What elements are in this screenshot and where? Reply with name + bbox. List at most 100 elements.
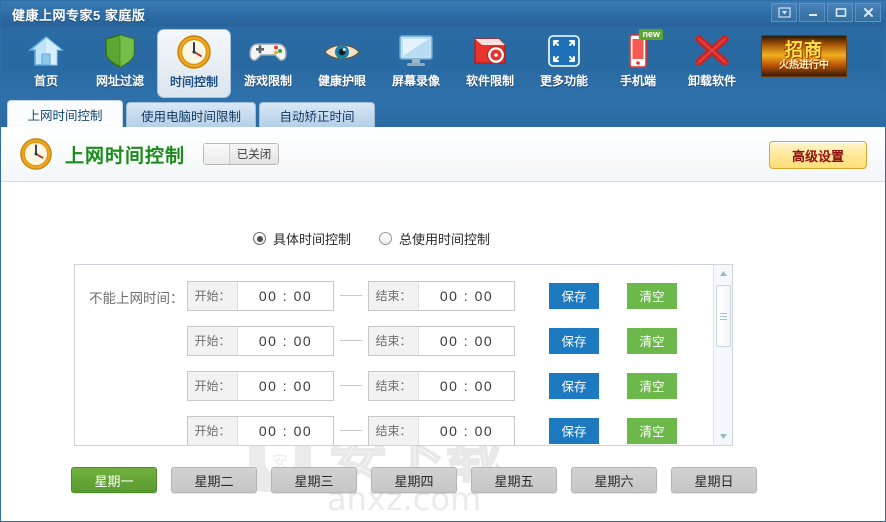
day-button-thursday[interactable]: 星期四: [371, 467, 457, 493]
scroll-up-arrow-icon[interactable]: [714, 265, 733, 282]
scroll-down-arrow-icon[interactable]: [714, 428, 733, 445]
end-time-value[interactable]: 00 : 00: [419, 417, 514, 445]
start-time-field-4[interactable]: 开始： 00 : 00: [187, 415, 334, 445]
eye-icon: [323, 32, 361, 70]
collapse-button[interactable]: [771, 3, 797, 22]
day-button-wednesday[interactable]: 星期三: [271, 467, 357, 493]
end-time-field-3[interactable]: 结束： 00 : 00: [368, 370, 515, 401]
maximize-button[interactable]: [827, 3, 853, 22]
vertical-scrollbar[interactable]: [713, 265, 732, 445]
range-dash: [340, 430, 362, 431]
start-label: 开始：: [188, 326, 238, 355]
clear-button-1[interactable]: 清空: [627, 282, 677, 309]
shield-icon: [104, 32, 136, 70]
clear-button-2[interactable]: 清空: [627, 327, 677, 354]
table-row: 开始： 00 : 00 结束： 00 : 00 保存 清空: [187, 273, 712, 318]
advanced-settings-button[interactable]: 高级设置: [769, 141, 867, 169]
toggle-knob: [204, 144, 231, 164]
end-time-value[interactable]: 00 : 00: [419, 282, 514, 310]
start-time-field-3[interactable]: 开始： 00 : 00: [187, 370, 334, 401]
mode-radio-group: 具体时间控制 总使用时间控制: [253, 229, 490, 248]
end-time-field-4[interactable]: 结束： 00 : 00: [368, 415, 515, 445]
disc-icon: [472, 32, 508, 70]
table-row: 开始： 00 : 00 结束： 00 : 00 保存 清空: [187, 318, 712, 363]
minimize-button[interactable]: [799, 3, 825, 22]
end-label: 结束：: [369, 371, 419, 400]
home-icon: [28, 32, 64, 70]
content-area: 安 安下载 anxz.com 具体时间控制 总使用时间控制 不能上网时间： 开始…: [1, 182, 885, 521]
toolbar-item-screen-record[interactable]: 屏幕录像: [379, 29, 453, 98]
new-badge: new: [639, 29, 663, 40]
tab-computer-time-limit[interactable]: 使用电脑时间限制: [126, 102, 257, 127]
toolbar-item-time-control[interactable]: 时间控制: [157, 29, 231, 98]
enable-toggle[interactable]: 已关闭: [203, 143, 280, 165]
toolbar-item-game-limit[interactable]: 游戏限制: [231, 29, 305, 98]
close-button[interactable]: [855, 3, 881, 22]
radio-dot: [253, 232, 266, 245]
start-label: 开始：: [188, 281, 238, 310]
toolbar-item-eye-care[interactable]: 健康护眼: [305, 29, 379, 98]
time-rules-list: 不能上网时间： 开始： 00 : 00 结束： 00 : 00 保存 清空 开始…: [75, 265, 712, 445]
day-button-monday[interactable]: 星期一: [71, 467, 157, 493]
toolbar-label: 软件限制: [465, 74, 514, 88]
end-label: 结束：: [369, 281, 419, 310]
main-toolbar: 首页 网址过滤 时间控制 游戏限制 健康护眼 屏幕录像 软件限制 更多功能 ne…: [1, 27, 885, 100]
toolbar-label: 屏幕录像: [391, 74, 440, 88]
toolbar-item-uninstall[interactable]: 卸载软件: [675, 29, 749, 98]
start-time-value[interactable]: 00 : 00: [238, 372, 333, 400]
end-time-value[interactable]: 00 : 00: [419, 372, 514, 400]
table-row: 开始： 00 : 00 结束： 00 : 00 保存 清空: [187, 363, 712, 408]
start-time-field-2[interactable]: 开始： 00 : 00: [187, 325, 334, 356]
monitor-icon: [397, 32, 435, 70]
end-label: 结束：: [369, 416, 419, 445]
radio-label: 具体时间控制: [273, 232, 352, 247]
red-x-icon: [694, 32, 730, 70]
start-time-value[interactable]: 00 : 00: [238, 282, 333, 310]
grid-arrows-icon: [547, 32, 581, 70]
toolbar-item-url-filter[interactable]: 网址过滤: [83, 29, 157, 98]
toolbar-item-home[interactable]: 首页: [9, 29, 83, 98]
toolbar-label: 卸载软件: [687, 74, 736, 88]
save-button-1[interactable]: 保存: [549, 282, 599, 309]
toolbar-label: 时间控制: [169, 75, 218, 89]
save-button-2[interactable]: 保存: [549, 327, 599, 354]
day-button-sunday[interactable]: 星期日: [671, 467, 757, 493]
toolbar-label: 首页: [33, 74, 58, 88]
promo-banner-subtitle: 火热进行中: [779, 60, 829, 71]
toolbar-item-more-features[interactable]: 更多功能: [527, 29, 601, 98]
clear-button-3[interactable]: 清空: [627, 372, 677, 399]
toolbar-label: 手机端: [619, 74, 656, 88]
promo-banner[interactable]: 招商 火热进行中: [761, 35, 847, 77]
save-button-3[interactable]: 保存: [549, 372, 599, 399]
end-label: 结束：: [369, 326, 419, 355]
start-time-field-1[interactable]: 开始： 00 : 00: [187, 280, 334, 311]
radio-total-usage-time-control[interactable]: 总使用时间控制: [379, 229, 490, 248]
end-time-field-2[interactable]: 结束： 00 : 00: [368, 325, 515, 356]
day-button-saturday[interactable]: 星期六: [571, 467, 657, 493]
toolbar-item-software-limit[interactable]: 软件限制: [453, 29, 527, 98]
day-button-tuesday[interactable]: 星期二: [171, 467, 257, 493]
range-dash: [340, 340, 362, 341]
start-time-value[interactable]: 00 : 00: [238, 327, 333, 355]
toolbar-item-mobile[interactable]: new 手机端: [601, 29, 675, 98]
tab-internet-time-control[interactable]: 上网时间控制: [7, 100, 123, 127]
promo-banner-title: 招商: [785, 40, 823, 60]
toolbar-label: 健康护眼: [317, 74, 366, 88]
time-rules-panel: 不能上网时间： 开始： 00 : 00 结束： 00 : 00 保存 清空 开始…: [74, 264, 733, 446]
radio-label: 总使用时间控制: [399, 232, 491, 247]
toolbar-label: 网址过滤: [95, 74, 144, 88]
scrollbar-thumb[interactable]: [716, 285, 731, 347]
radio-specific-time-control[interactable]: 具体时间控制: [253, 229, 351, 248]
save-button-4[interactable]: 保存: [549, 417, 599, 444]
end-time-field-1[interactable]: 结束： 00 : 00: [368, 280, 515, 311]
day-button-friday[interactable]: 星期五: [471, 467, 557, 493]
start-time-value[interactable]: 00 : 00: [238, 417, 333, 445]
no-internet-time-label: 不能上网时间：: [89, 291, 184, 306]
toolbar-label: 更多功能: [539, 74, 588, 88]
tab-auto-time-correction[interactable]: 自动矫正时间: [259, 102, 376, 127]
end-time-value[interactable]: 00 : 00: [419, 327, 514, 355]
clear-button-4[interactable]: 清空: [627, 417, 677, 444]
toolbar-label: 游戏限制: [243, 74, 292, 88]
toggle-status-label: 已关闭: [236, 149, 272, 161]
window-title: 健康上网专家5 家庭版: [12, 7, 146, 23]
